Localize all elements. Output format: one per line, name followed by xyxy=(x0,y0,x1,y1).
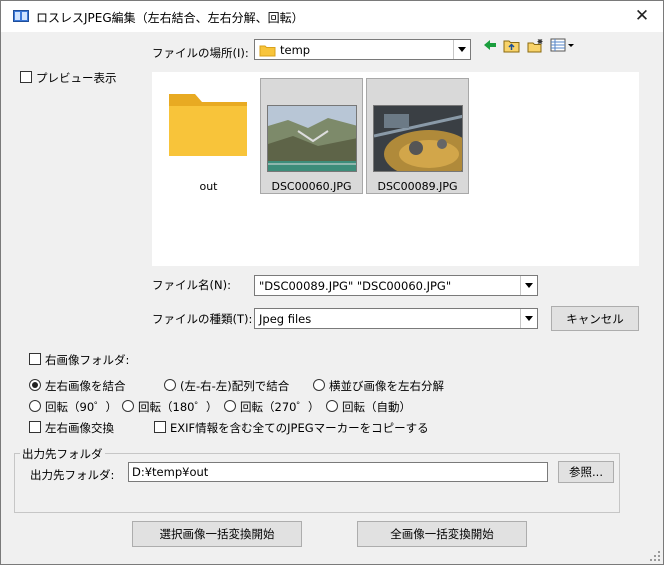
list-item[interactable]: DSC00060.JPG xyxy=(260,78,363,194)
filename-value: "DSC00089.JPG" "DSC00060.JPG" xyxy=(259,279,452,293)
preview-checkbox[interactable] xyxy=(20,71,32,83)
right-folder-label: 右画像フォルダ: xyxy=(45,353,130,367)
radio-rotauto[interactable] xyxy=(326,400,338,412)
cancel-button[interactable]: キャンセル xyxy=(551,306,639,331)
convert-selected-button[interactable]: 選択画像一括変換開始 xyxy=(132,521,302,547)
item-name: out xyxy=(199,180,218,193)
back-arrow-icon[interactable] xyxy=(482,38,498,55)
filename-label: ファイル名(N): xyxy=(152,278,231,292)
image-thumbnail xyxy=(267,105,357,172)
radio-lrl-label: (左-右-左)配列で結合 xyxy=(180,379,290,393)
location-value: temp xyxy=(280,43,311,57)
radio-combine-label: 左右画像を結合 xyxy=(45,379,126,393)
radio-split[interactable] xyxy=(313,379,325,391)
radio-rot270[interactable] xyxy=(224,400,236,412)
convert-all-button[interactable]: 全画像一括変換開始 xyxy=(357,521,527,547)
app-icon xyxy=(13,9,29,23)
window-title: ロスレスJPEG編集（左右結合、左右分解、回転） xyxy=(36,11,304,25)
list-item[interactable]: out xyxy=(157,78,260,194)
new-folder-icon[interactable] xyxy=(527,38,544,56)
image-thumbnail xyxy=(373,105,463,172)
view-menu-icon[interactable] xyxy=(550,38,576,56)
right-folder-checkbox[interactable] xyxy=(29,353,41,365)
resize-grip-icon[interactable] xyxy=(649,550,661,565)
exif-label: EXIF情報を含む全てのJPEGマーカーをコピーする xyxy=(170,421,429,435)
item-name: DSC00089.JPG xyxy=(377,180,458,193)
radio-combine[interactable] xyxy=(29,379,41,391)
filetype-combo[interactable]: Jpeg files xyxy=(254,308,538,329)
output-folder-value: D:¥temp¥out xyxy=(132,465,209,479)
radio-rot180[interactable] xyxy=(122,400,134,412)
chevron-down-icon[interactable] xyxy=(453,40,470,59)
chevron-down-icon[interactable] xyxy=(520,309,537,328)
folder-icon xyxy=(259,43,276,60)
browse-button[interactable]: 参照... xyxy=(558,461,614,483)
filetype-label: ファイルの種類(T): xyxy=(152,312,253,326)
radio-rot90-label: 回転（90゜） xyxy=(45,400,118,414)
output-group-label: 出力先フォルダ xyxy=(20,446,105,462)
close-button[interactable]: ✕ xyxy=(621,1,663,31)
radio-rot270-label: 回転（270゜） xyxy=(240,400,320,414)
file-list-pane[interactable]: out DSC00060.JPG DSC00089.JPG xyxy=(152,72,639,266)
swap-label: 左右画像交換 xyxy=(45,421,114,435)
radio-rot90[interactable] xyxy=(29,400,41,412)
radio-lrl[interactable] xyxy=(164,379,176,391)
exif-checkbox[interactable] xyxy=(154,421,166,433)
folder-icon xyxy=(165,90,251,163)
filetype-value: Jpeg files xyxy=(259,312,312,326)
title-bar: ロスレスJPEG編集（左右結合、左右分解、回転） ✕ xyxy=(1,1,663,32)
filename-combo[interactable]: "DSC00089.JPG" "DSC00060.JPG" xyxy=(254,275,538,296)
location-label: ファイルの場所(I): xyxy=(152,46,249,60)
location-combo[interactable]: temp xyxy=(254,39,471,60)
item-name: DSC00060.JPG xyxy=(271,180,352,193)
dialog-window: ロスレスJPEG編集（左右結合、左右分解、回転） ✕ ファイルの場所(I): t… xyxy=(0,0,664,565)
list-item[interactable]: DSC00089.JPG xyxy=(366,78,469,194)
radio-rotauto-label: 回転（自動） xyxy=(342,400,411,414)
radio-rot180-label: 回転（180゜） xyxy=(138,400,218,414)
preview-label: プレビュー表示 xyxy=(36,71,117,85)
up-folder-icon[interactable] xyxy=(503,38,520,56)
radio-split-label: 横並び画像を左右分解 xyxy=(329,379,444,393)
output-folder-field[interactable]: D:¥temp¥out xyxy=(128,462,548,482)
swap-checkbox[interactable] xyxy=(29,421,41,433)
chevron-down-icon[interactable] xyxy=(520,276,537,295)
output-folder-label: 出力先フォルダ: xyxy=(30,468,115,482)
